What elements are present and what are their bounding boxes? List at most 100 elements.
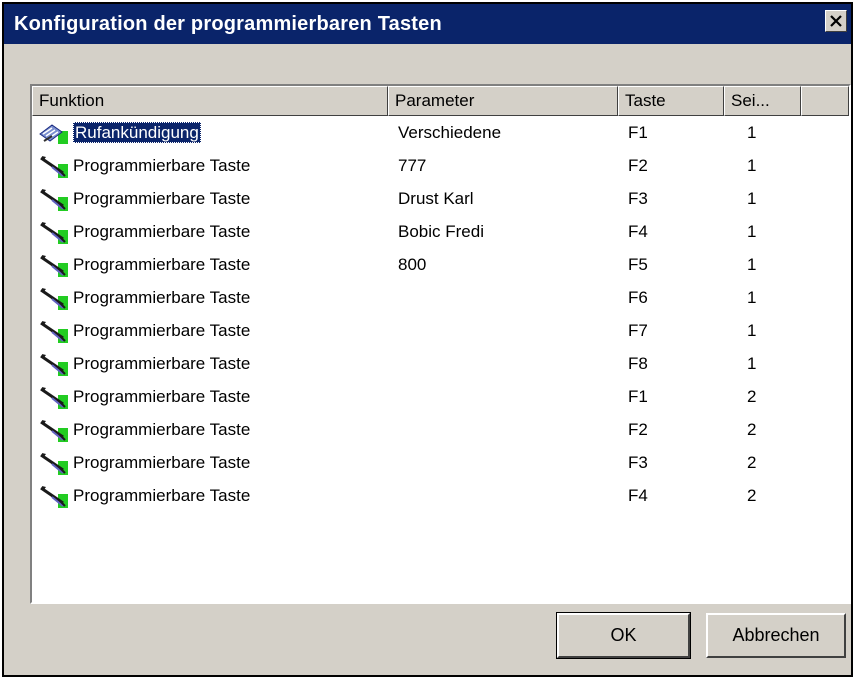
parameter-cell: 777: [398, 149, 426, 182]
page-cell-text: 1: [747, 255, 757, 274]
page-cell: 1: [747, 314, 756, 347]
key-cell: F3: [628, 446, 648, 479]
page-cell-text: 1: [747, 288, 757, 307]
function-cell: Programmierbare Taste: [73, 446, 250, 479]
function-cell-text: Programmierbare Taste: [73, 189, 251, 208]
key-cell: F1: [628, 380, 648, 413]
parameter-cell: Drust Karl: [398, 182, 474, 215]
ok-button[interactable]: OK: [556, 612, 691, 659]
key-cell-text: F3: [628, 453, 648, 472]
page-cell: 1: [747, 149, 756, 182]
function-cell: Programmierbare Taste: [73, 215, 250, 248]
function-cell-text: Programmierbare Taste: [73, 387, 251, 406]
page-cell: 2: [747, 413, 756, 446]
key-cell: F1: [628, 116, 648, 149]
function-cell: Programmierbare Taste: [73, 281, 250, 314]
table-row[interactable]: Programmierbare Taste F1 2: [32, 380, 849, 413]
key-cell: F8: [628, 347, 648, 380]
parameter-cell-text: 800: [398, 255, 427, 274]
table-row[interactable]: Programmierbare Taste Bobic Fredi F4 1: [32, 215, 849, 248]
function-cell: Programmierbare Taste: [73, 479, 250, 512]
table-row[interactable]: Programmierbare Taste 777 F2 1: [32, 149, 849, 182]
key-cell: F4: [628, 215, 648, 248]
page-cell-text: 1: [747, 321, 757, 340]
function-cell-text: Programmierbare Taste: [73, 486, 251, 505]
title-bar[interactable]: Konfiguration der programmierbaren Taste…: [4, 4, 851, 44]
function-cell: Programmierbare Taste: [73, 314, 250, 347]
programmable-key-icon: [38, 485, 70, 509]
key-cell-text: F1: [628, 387, 648, 406]
table-row[interactable]: Programmierbare Taste F4 2: [32, 479, 849, 512]
function-cell: Programmierbare Taste: [73, 347, 250, 380]
parameter-cell-text: Drust Karl: [398, 189, 474, 208]
programmable-key-icon: [38, 155, 70, 179]
function-cell: Programmierbare Taste: [73, 413, 250, 446]
page-cell-text: 1: [747, 189, 757, 208]
dialog-title: Konfiguration der programmierbaren Taste…: [14, 13, 442, 35]
page-cell: 1: [747, 347, 756, 380]
function-cell: Programmierbare Taste: [73, 248, 250, 281]
key-cell: F2: [628, 149, 648, 182]
table-row[interactable]: Programmierbare Taste F6 1: [32, 281, 849, 314]
function-cell-text: Programmierbare Taste: [73, 288, 251, 307]
parameter-cell: Bobic Fredi: [398, 215, 484, 248]
table-row[interactable]: Programmierbare Taste F2 2: [32, 413, 849, 446]
column-header-page[interactable]: Sei...: [724, 86, 801, 116]
column-header-function[interactable]: Funktion: [32, 86, 388, 116]
dialog-window: Konfiguration der programmierbaren Taste…: [2, 2, 853, 677]
parameter-cell-text: 777: [398, 156, 427, 175]
function-cell: Programmierbare Taste: [73, 149, 250, 182]
key-cell: F4: [628, 479, 648, 512]
page-cell-text: 2: [747, 486, 757, 505]
key-cell-text: F6: [628, 288, 648, 307]
key-cell-text: F8: [628, 354, 648, 373]
programmable-key-icon: [38, 419, 70, 443]
table-row[interactable]: Rufankündigung Verschiedene F1 1: [32, 116, 849, 149]
close-icon: [830, 15, 842, 27]
page-cell: 2: [747, 479, 756, 512]
page-cell-text: 2: [747, 453, 757, 472]
parameter-cell-text: Bobic Fredi: [398, 222, 484, 241]
programmable-key-icon: [38, 287, 70, 311]
programmable-key-icon: [38, 188, 70, 212]
column-header-key[interactable]: Taste: [618, 86, 724, 116]
page-cell-text: 2: [747, 420, 757, 439]
table-row[interactable]: Programmierbare Taste F8 1: [32, 347, 849, 380]
table-row[interactable]: Programmierbare Taste F3 2: [32, 446, 849, 479]
column-header-filler: [801, 86, 849, 116]
programmable-key-icon: [38, 254, 70, 278]
function-cell: Programmierbare Taste: [73, 182, 250, 215]
function-cell-text: Programmierbare Taste: [73, 255, 251, 274]
function-cell-text: Programmierbare Taste: [73, 420, 251, 439]
key-cell: F3: [628, 182, 648, 215]
key-cell-text: F5: [628, 255, 648, 274]
page-cell-text: 1: [747, 156, 757, 175]
page-cell: 1: [747, 116, 756, 149]
programmable-key-icon: [38, 221, 70, 245]
page-cell-text: 1: [747, 123, 757, 142]
page-cell-text: 2: [747, 387, 757, 406]
function-cell: Rufankündigung: [73, 116, 201, 149]
parameter-cell-text: Verschiedene: [398, 123, 502, 142]
function-cell-text: Programmierbare Taste: [73, 354, 251, 373]
key-config-list[interactable]: Funktion Parameter Taste Sei... Rufankün…: [30, 84, 851, 604]
close-button[interactable]: [825, 10, 847, 32]
page-cell-text: 1: [747, 222, 757, 241]
key-cell: F2: [628, 413, 648, 446]
page-cell: 1: [747, 248, 756, 281]
function-cell-text: Programmierbare Taste: [73, 156, 251, 175]
cancel-button[interactable]: Abbrechen: [706, 613, 846, 658]
function-cell-text: Programmierbare Taste: [73, 321, 251, 340]
function-cell-text: Programmierbare Taste: [73, 453, 251, 472]
function-cell-text: Programmierbare Taste: [73, 222, 251, 241]
page-cell-text: 1: [747, 354, 757, 373]
parameter-cell: 800: [398, 248, 426, 281]
table-row[interactable]: Programmierbare Taste 800 F5 1: [32, 248, 849, 281]
column-header-parameter[interactable]: Parameter: [388, 86, 618, 116]
table-row[interactable]: Programmierbare Taste Drust Karl F3 1: [32, 182, 849, 215]
function-cell: Programmierbare Taste: [73, 380, 250, 413]
table-row[interactable]: Programmierbare Taste F7 1: [32, 314, 849, 347]
call-announcement-icon: [38, 122, 70, 146]
page-cell: 1: [747, 281, 756, 314]
page-cell: 2: [747, 380, 756, 413]
